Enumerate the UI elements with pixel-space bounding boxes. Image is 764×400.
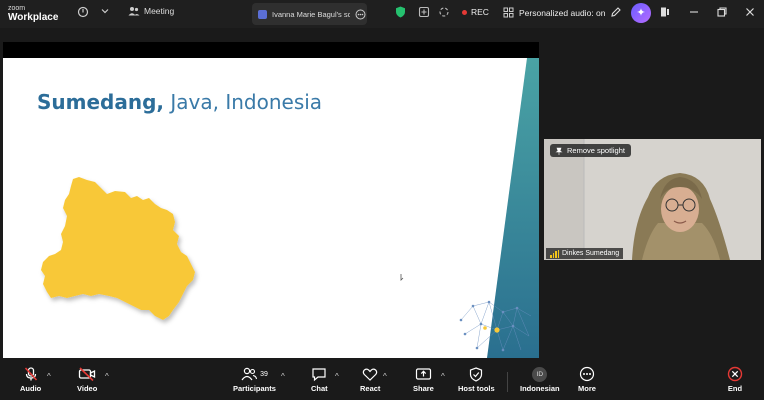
spotlight-video-tile[interactable]: Remove spotlight Dinkes Sumedang <box>544 139 761 260</box>
more-options-icon[interactable] <box>355 9 366 20</box>
chevron-down-icon[interactable] <box>98 6 112 20</box>
meeting-toolbar: Audio ^ Video ^ 39 Participants ^ Chat ^ <box>0 362 764 400</box>
participants-icon-group: 39 <box>241 364 268 384</box>
more-label: More <box>578 384 596 393</box>
signal-bars-icon <box>550 249 559 258</box>
chat-label: Chat <box>311 384 328 393</box>
participants-button[interactable]: 39 Participants <box>233 364 276 393</box>
shared-screen[interactable]: Sumedang, Java, Indonesia <box>3 42 539 358</box>
people-icon <box>128 7 140 16</box>
remove-spotlight-label: Remove spotlight <box>567 146 625 155</box>
video-options-chevron-icon[interactable]: ^ <box>105 372 109 381</box>
end-meeting-button[interactable]: End <box>727 364 743 393</box>
slide-decoration <box>400 58 539 358</box>
share-label: Share <box>413 384 434 393</box>
language-badge: ID <box>532 366 548 382</box>
mic-muted-icon <box>23 364 39 384</box>
participants-options-chevron-icon[interactable]: ^ <box>281 372 285 381</box>
side-panel-icon[interactable] <box>658 6 672 20</box>
audio-options-chevron-icon[interactable]: ^ <box>47 372 51 381</box>
participant-video <box>544 139 761 260</box>
react-label: React <box>360 384 381 393</box>
participant-name: Dinkes Sumedang <box>562 250 620 257</box>
host-tools-label: Host tools <box>458 384 495 393</box>
end-label: End <box>727 384 743 393</box>
participants-label: Participants <box>233 384 276 393</box>
notes-icon[interactable] <box>417 6 431 20</box>
brand-line2: Workplace <box>8 12 59 23</box>
edit-pen-icon[interactable] <box>609 6 623 20</box>
video-label: Video <box>77 384 98 393</box>
apps-icon[interactable] <box>437 6 451 20</box>
audio-label: Audio <box>20 384 42 393</box>
chat-icon <box>311 364 327 384</box>
people-icon <box>241 367 258 381</box>
tab-screen-share[interactable]: Ivanna Marie Bagul's scr <box>252 3 367 25</box>
meeting-info-icon[interactable] <box>76 6 90 20</box>
end-call-icon <box>727 364 743 384</box>
zoom-logo: zoom Workplace <box>8 4 59 23</box>
react-options-chevron-icon[interactable]: ^ <box>383 372 387 381</box>
restore-icon[interactable] <box>715 6 729 20</box>
camera-off-icon <box>78 364 96 384</box>
heart-icon <box>362 364 378 384</box>
meeting-tab-label: Meeting <box>144 6 175 16</box>
share-tab-label: Ivanna Marie Bagul's scr <box>272 9 350 19</box>
rec-label: REC <box>471 7 489 17</box>
toolbar-divider <box>507 372 508 392</box>
minimize-icon[interactable] <box>687 6 701 20</box>
chat-button[interactable]: Chat <box>311 364 328 393</box>
tab-meeting[interactable]: Meeting <box>128 6 174 16</box>
title-bar: zoom Workplace Meeting Ivanna Marie Bagu… <box>0 0 764 28</box>
close-icon[interactable] <box>743 6 757 20</box>
ai-companion-icon[interactable]: ✦ <box>631 3 651 23</box>
host-tools-button[interactable]: Host tools <box>458 364 495 393</box>
react-button[interactable]: React <box>360 364 380 393</box>
share-screen-icon <box>415 364 432 384</box>
participant-name-tag: Dinkes Sumedang <box>546 248 624 259</box>
share-tab-icon <box>258 9 267 19</box>
remove-spotlight-button[interactable]: Remove spotlight <box>550 144 631 157</box>
more-button[interactable]: More <box>578 364 596 393</box>
record-dot-icon <box>462 9 467 15</box>
personalized-audio-status[interactable]: Personalized audio: on <box>503 7 605 18</box>
interpretation-language-button[interactable]: ID Indonesian <box>520 364 560 393</box>
presentation-slide: Sumedang, Java, Indonesia <box>3 58 539 358</box>
language-label: Indonesian <box>520 384 560 393</box>
share-options-chevron-icon[interactable]: ^ <box>441 372 445 381</box>
share-button[interactable]: Share <box>413 364 434 393</box>
audio-status-label: Personalized audio: on <box>519 7 606 18</box>
more-dots-icon <box>579 364 595 384</box>
audio-button[interactable]: Audio <box>20 364 41 393</box>
participants-count: 39 <box>260 370 268 378</box>
video-button[interactable]: Video <box>77 364 97 393</box>
host-shield-icon <box>469 364 483 384</box>
recording-indicator[interactable]: REC <box>462 7 489 17</box>
grid-icon <box>503 7 514 18</box>
chat-options-chevron-icon[interactable]: ^ <box>335 372 339 381</box>
pin-icon <box>555 147 563 155</box>
security-shield-icon[interactable] <box>393 6 407 20</box>
language-badge-icon: ID <box>532 364 548 384</box>
zoom-window: zoom Workplace Meeting Ivanna Marie Bagu… <box>0 0 764 400</box>
